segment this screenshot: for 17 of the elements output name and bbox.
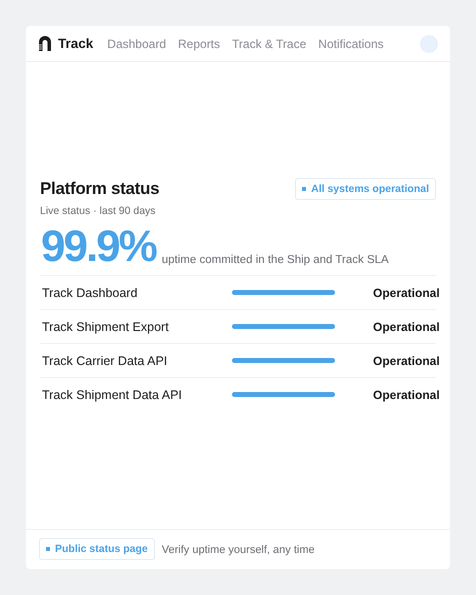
service-name: Track Shipment Data API bbox=[42, 388, 183, 402]
nav-link[interactable]: Dashboard bbox=[107, 36, 166, 50]
logo-icon bbox=[38, 36, 52, 51]
footer-note: Verify uptime yourself, any time bbox=[162, 544, 315, 556]
nav-link[interactable]: Track & Trace bbox=[232, 36, 306, 50]
subtitle: Live status · last 90 days bbox=[40, 205, 157, 217]
brand-name: Track bbox=[58, 36, 94, 51]
service-name: Track Dashboard bbox=[42, 286, 138, 300]
uptime-caption: uptime committed in the Ship and Track SLA bbox=[162, 254, 389, 266]
status-badge[interactable]: All systems operational bbox=[295, 178, 436, 200]
service-name: Track Shipment Export bbox=[42, 320, 170, 334]
nav-link[interactable]: Reports bbox=[178, 36, 220, 50]
uptime-value: 99.9% bbox=[41, 227, 156, 267]
service-name: Track Carrier Data API bbox=[42, 354, 168, 368]
status-page-link[interactable]: Public status page bbox=[39, 538, 155, 560]
page-title: Platform status bbox=[40, 179, 160, 199]
nav-link[interactable]: Notifications bbox=[318, 36, 384, 50]
